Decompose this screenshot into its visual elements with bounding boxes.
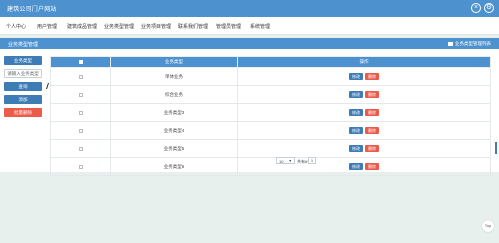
page-title: 业务类型管理 (8, 42, 39, 48)
business-type-cell: 业务类型4 (110, 121, 238, 140)
actions-column-header: 操作 (237, 56, 491, 68)
breadcrumb: 业务类型管理列表 (448, 41, 491, 47)
edit-button[interactable]: 修改 (349, 73, 363, 80)
page-size-select[interactable]: 10 ▼ (276, 157, 295, 164)
home-icon[interactable] (448, 41, 453, 46)
business-type-cell: 单体业务 (110, 67, 238, 86)
nav-item-personal-center[interactable]: 个人中心 (6, 23, 26, 30)
delete-button[interactable]: 删除 (365, 127, 379, 134)
breadcrumb-current: 业务类型管理列表 (455, 41, 491, 46)
select-all-checkbox[interactable] (78, 60, 83, 65)
business-type-column-header: 业务类型 (110, 56, 238, 68)
edit-button[interactable]: 修改 (349, 127, 363, 134)
delete-button[interactable]: 删除 (365, 73, 379, 80)
row-checkbox[interactable] (78, 92, 83, 97)
add-button[interactable]: 添加 (4, 95, 42, 104)
page-1-button[interactable]: 1 (308, 157, 316, 164)
row-checkbox[interactable] (78, 74, 83, 79)
table-row: 业务类型3 修改 删除 (50, 103, 491, 122)
app-title: 建筑公司门户网站 (7, 7, 57, 13)
table-header-row: 业务类型 操作 (50, 56, 491, 68)
business-type-cell: 业务类型6 (110, 157, 238, 176)
top-nav: 个人中心 用户管理 建筑成品管理 业务类型管理 业务项目管理 联系我们管理 管理… (0, 17, 499, 35)
table-row: 综合业务 修改 删除 (50, 85, 491, 104)
table-row: 业务类型5 修改 删除 (50, 139, 491, 158)
delete-button[interactable]: 删除 (365, 163, 379, 170)
row-checkbox[interactable] (78, 128, 83, 133)
row-checkbox[interactable] (78, 164, 83, 169)
table-row: 业务类型6 修改 删除 (50, 157, 491, 176)
select-all-header (50, 56, 111, 68)
search-button[interactable]: 查询 (4, 82, 42, 91)
page-header: 业务类型管理 业务类型管理列表 (0, 38, 499, 49)
settings-icon[interactable]: ⚙ (484, 3, 494, 13)
edit-button[interactable]: 修改 (349, 163, 363, 170)
back-to-top-button[interactable]: Top (482, 220, 494, 232)
delete-button[interactable]: 删除 (365, 145, 379, 152)
table-row: 业务类型4 修改 删除 (50, 121, 491, 140)
nav-item-user-management[interactable]: 用户管理 (37, 23, 57, 30)
edit-button[interactable]: 修改 (349, 145, 363, 152)
nav-item-system[interactable]: 系统管理 (250, 23, 270, 30)
chevron-down-icon: ▼ (288, 159, 292, 163)
batch-delete-button[interactable]: 批量删除 (4, 108, 42, 117)
business-type-cell: 业务类型5 (110, 139, 238, 158)
edit-button[interactable]: 修改 (349, 91, 363, 98)
delete-button[interactable]: 删除 (365, 109, 379, 116)
business-type-cell: 业务类型3 (110, 103, 238, 122)
edit-button[interactable]: 修改 (349, 109, 363, 116)
nav-item-building-products[interactable]: 建筑成品管理 (67, 23, 97, 30)
nav-item-business-projects[interactable]: 业务项目管理 (141, 23, 171, 30)
business-type-search-input[interactable]: 请输入业务类型 (4, 69, 42, 78)
delete-button[interactable]: 删除 (365, 91, 379, 98)
business-type-cell: 综合业务 (110, 85, 238, 104)
close-icon[interactable]: × (471, 3, 481, 13)
row-checkbox[interactable] (78, 110, 83, 115)
page-size-value: 10 (279, 159, 284, 164)
business-type-table: 业务类型 操作 单体业务 修改 删除 综合业务 修改 删除 业务类型3 修改 删除 业… (50, 56, 491, 176)
row-checkbox[interactable] (78, 146, 83, 151)
nav-item-contact-us[interactable]: 联系我们管理 (178, 23, 208, 30)
scrollbar-handle[interactable] (495, 142, 497, 154)
business-type-label: 业务类型 (4, 56, 42, 65)
title-bar: 建筑公司门户网站 × ⚙ (0, 0, 499, 17)
table-row: 单体业务 修改 删除 (50, 67, 491, 86)
nav-item-business-types[interactable]: 业务类型管理 (104, 23, 134, 30)
nav-item-administrators[interactable]: 管理员管理 (216, 23, 241, 30)
